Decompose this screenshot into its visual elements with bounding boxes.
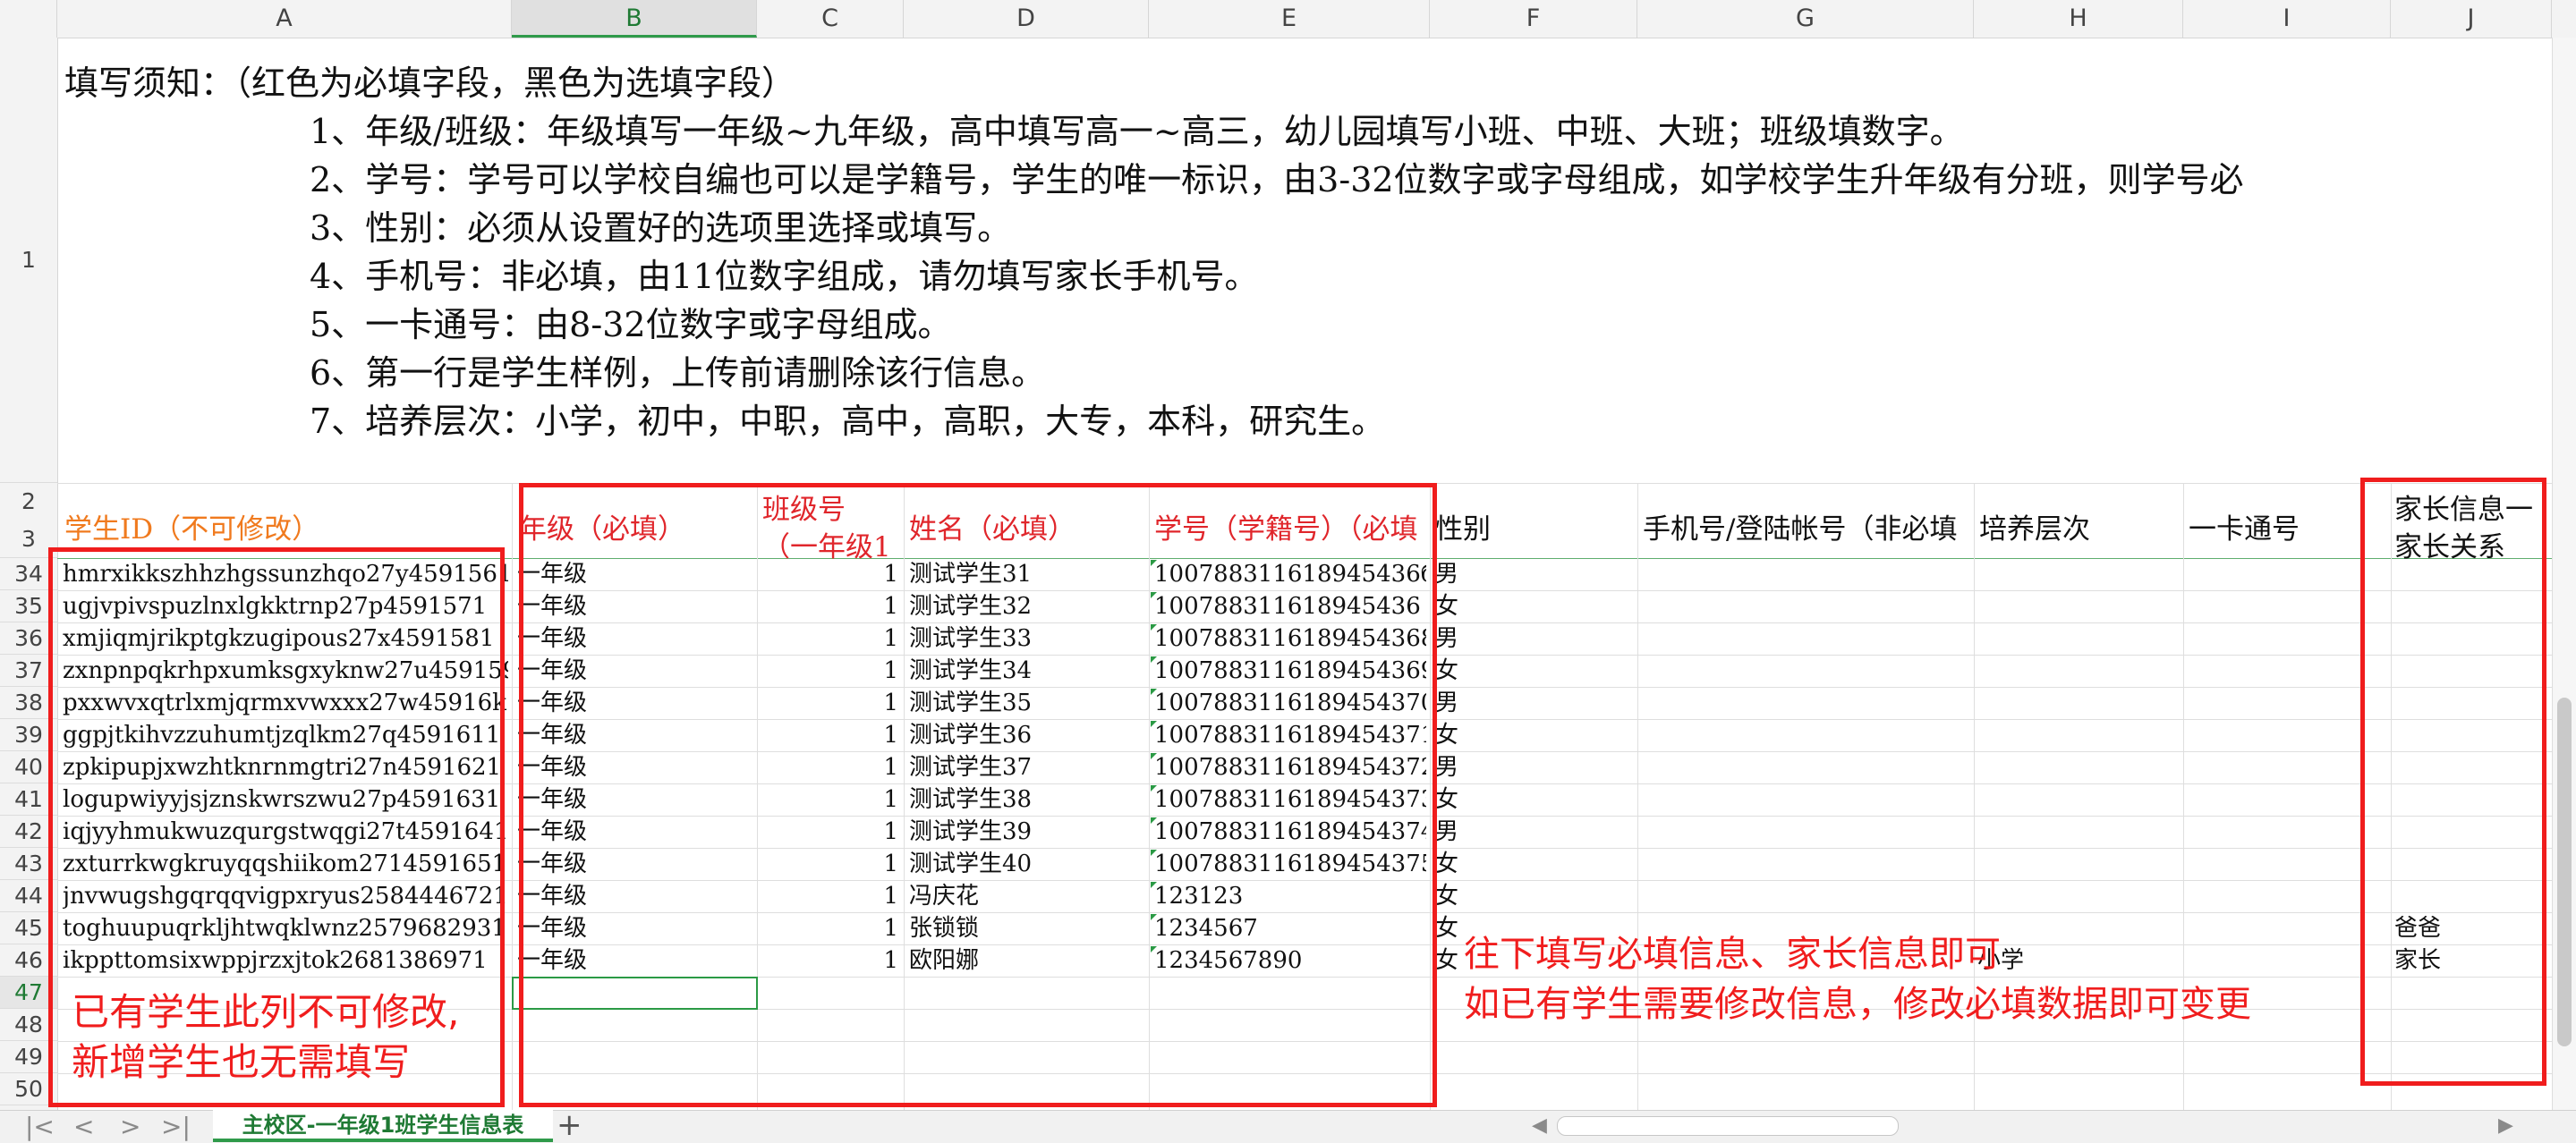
column-header-d[interactable]: D: [904, 0, 1149, 38]
column-header-b[interactable]: B: [512, 0, 757, 38]
annotation-box-required: [519, 483, 1437, 1107]
last-sheet-button[interactable]: >|: [161, 1112, 191, 1141]
cell-gender[interactable]: 女: [1435, 655, 1634, 687]
sheet-tab-active[interactable]: 主校区-一年级1班学生信息表: [213, 1110, 553, 1142]
scroll-left-button[interactable]: ◀: [1532, 1114, 1547, 1137]
select-all-corner[interactable]: [0, 0, 57, 38]
header-phone[interactable]: 手机号/登陆帐号（非必填: [1643, 506, 1970, 546]
annotation-left-line2: 新增学生也无需填写: [72, 1040, 411, 1084]
annotation-left-line1: 已有学生此列不可修改,: [72, 990, 460, 1034]
next-sheet-button[interactable]: >: [120, 1112, 140, 1141]
note-item: 2、学号：学号可以学校自编也可以是学籍号，学生的唯一标识，由3-32位数字或字母…: [310, 160, 2244, 199]
cell-gender[interactable]: 女: [1435, 848, 1634, 880]
column-header-e[interactable]: E: [1149, 0, 1430, 38]
row-header[interactable]: 2: [0, 483, 57, 521]
column-header-g[interactable]: G: [1637, 0, 1974, 38]
header-gender[interactable]: 性别: [1435, 506, 1491, 546]
cell-gender[interactable]: 女: [1435, 590, 1634, 622]
column-header-c[interactable]: C: [757, 0, 904, 38]
cell-gender[interactable]: 女: [1435, 719, 1634, 751]
note-item: 1、年级/班级：年级填写一年级~九年级，高中填写高一~高三，幼儿园填写小班、中班…: [310, 112, 1964, 151]
cell-gender[interactable]: 男: [1435, 816, 1634, 848]
notes-title: 填写须知：（红色为必填字段，黑色为选填字段）: [64, 64, 796, 103]
grid-line: [512, 483, 513, 1111]
header-level[interactable]: 培养层次: [1979, 506, 2090, 546]
horizontal-scrollbar-thumb[interactable]: [1557, 1116, 1899, 1136]
annotation-right-line1: 往下填写必填信息、家长信息即可: [1464, 934, 2001, 975]
first-sheet-button[interactable]: |<: [25, 1112, 55, 1141]
note-item: 7、培养层次：小学，初中，中职，高中，高职，大专，本科，研究生。: [310, 402, 1386, 441]
cell-gender[interactable]: 男: [1435, 558, 1634, 590]
column-header-h[interactable]: H: [1974, 0, 2183, 38]
column-header-j[interactable]: J: [2391, 0, 2552, 38]
cell-gender[interactable]: 女: [1435, 880, 1634, 912]
column-header-f[interactable]: F: [1430, 0, 1637, 38]
header-student-id[interactable]: 学生ID（不可修改）: [64, 506, 319, 546]
note-item: 6、第一行是学生样例，上传前请删除该行信息。: [310, 353, 1046, 393]
column-header-i[interactable]: I: [2183, 0, 2391, 38]
row-header[interactable]: 1: [0, 38, 57, 483]
header-card[interactable]: 一卡通号: [2189, 506, 2300, 546]
cell-gender[interactable]: 女: [1435, 783, 1634, 816]
cell-gender[interactable]: 男: [1435, 622, 1634, 655]
prev-sheet-button[interactable]: <: [73, 1112, 94, 1141]
annotation-right-line2: 如已有学生需要修改信息，修改必填数据即可变更: [1464, 984, 2251, 1025]
scroll-right-button[interactable]: ▶: [2498, 1114, 2513, 1137]
column-header-a[interactable]: A: [57, 0, 512, 38]
cell-gender[interactable]: 男: [1435, 687, 1634, 719]
note-item: 4、手机号：非必填，由11位数字组成，请勿填写家长手机号。: [310, 257, 1259, 296]
cell-level[interactable]: 小学: [1977, 944, 2180, 977]
annotation-box-parent: [2360, 478, 2546, 1086]
vertical-scrollbar-thumb[interactable]: [2557, 698, 2572, 1046]
note-item: 3、性别：必须从设置好的选项里选择或填写。: [310, 208, 1012, 248]
note-item: 5、一卡通号：由8-32位数字或字母组成。: [310, 305, 952, 344]
add-sheet-button[interactable]: +: [557, 1107, 582, 1143]
cell-gender[interactable]: 男: [1435, 751, 1634, 783]
